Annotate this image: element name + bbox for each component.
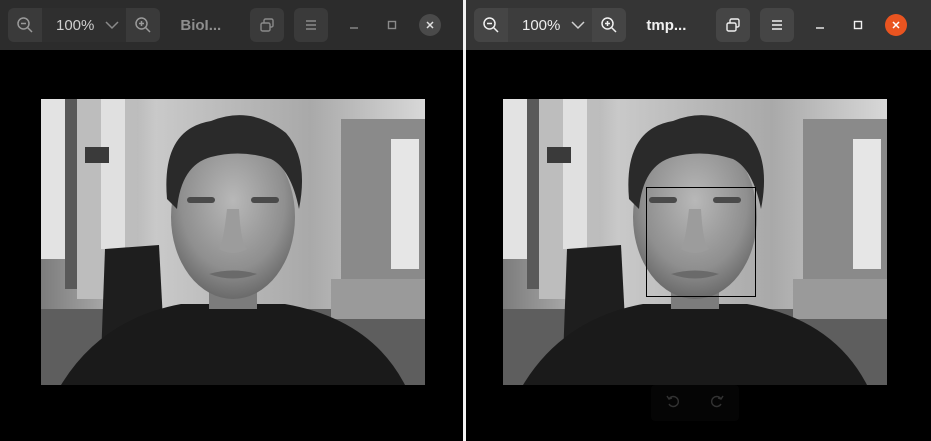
- chevron-down-icon: [105, 21, 119, 30]
- zoom-in-button[interactable]: [126, 8, 160, 42]
- chevron-down-icon: [571, 21, 585, 30]
- main-menu-button[interactable]: [294, 8, 329, 42]
- face-detection-box: [646, 187, 756, 297]
- window-title: tmp...: [646, 16, 687, 34]
- copy-icon: [260, 18, 275, 32]
- maximize-icon: [854, 20, 863, 30]
- copy-button[interactable]: [716, 8, 751, 42]
- minimize-icon: [816, 27, 825, 29]
- close-icon: [892, 21, 900, 29]
- zoom-out-button[interactable]: [474, 8, 508, 42]
- zoom-level-value: 100%: [56, 16, 95, 34]
- menu-icon: [306, 20, 317, 30]
- maximize-button[interactable]: [378, 11, 406, 39]
- zoom-level-value: 100%: [522, 16, 561, 34]
- copy-button[interactable]: [250, 8, 285, 42]
- window-title: BioI...: [180, 16, 222, 34]
- close-icon: [426, 21, 434, 29]
- zoom-control: 100%: [8, 8, 161, 42]
- image-viewer-window-left: 100% BioI...: [0, 0, 463, 441]
- copy-icon: [726, 18, 741, 32]
- close-button[interactable]: [416, 11, 444, 39]
- minimize-icon: [350, 27, 359, 29]
- zoom-out-button[interactable]: [8, 8, 42, 42]
- rotate-left-button[interactable]: [665, 393, 681, 414]
- zoom-in-icon: [135, 17, 151, 33]
- menu-icon: [772, 20, 783, 30]
- zoom-control: 100%: [474, 8, 627, 42]
- close-button[interactable]: [882, 11, 910, 39]
- rotate-left-icon: [666, 395, 679, 407]
- rotate-toolbar: [651, 385, 739, 421]
- zoom-out-icon: [17, 17, 33, 33]
- maximize-icon: [388, 20, 397, 30]
- close-circle: [885, 14, 908, 36]
- rotate-right-button[interactable]: [709, 393, 725, 414]
- face-photo: [41, 99, 425, 385]
- headerbar: 100% BioI...: [0, 0, 463, 50]
- zoom-in-button[interactable]: [592, 8, 626, 42]
- minimize-button[interactable]: [806, 11, 834, 39]
- minimize-button[interactable]: [340, 11, 368, 39]
- displayed-image: [503, 99, 887, 385]
- zoom-out-icon: [483, 17, 499, 33]
- zoom-in-icon: [601, 17, 617, 33]
- rotate-right-icon: [711, 395, 724, 407]
- image-viewer-window-right: 100% tmp...: [466, 0, 931, 441]
- zoom-level-dropdown[interactable]: 100%: [42, 8, 127, 42]
- close-circle: [419, 14, 442, 36]
- displayed-image: [41, 99, 425, 385]
- zoom-level-dropdown[interactable]: 100%: [508, 8, 593, 42]
- main-menu-button[interactable]: [760, 8, 795, 42]
- maximize-button[interactable]: [844, 11, 872, 39]
- headerbar: 100% tmp...: [466, 0, 931, 50]
